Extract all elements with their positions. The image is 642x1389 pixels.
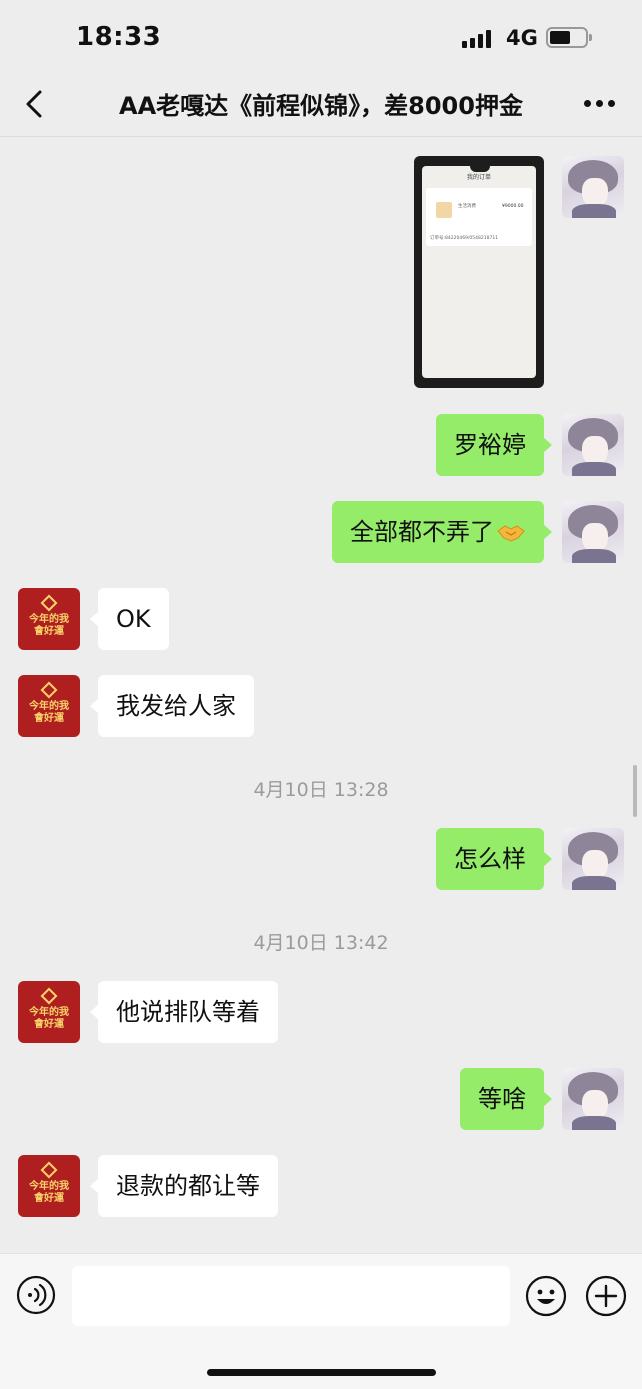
message-bubble[interactable]: 罗裕婷 — [436, 414, 552, 476]
image-line: 生活消费 — [458, 204, 476, 209]
image-screenshot: 我的订单 生活消费 ¥9000.00 订单号:84220469/05482187… — [422, 166, 536, 378]
my-avatar[interactable] — [562, 414, 624, 476]
battery-icon — [546, 27, 592, 48]
my-avatar[interactable] — [562, 156, 624, 218]
avatar-text: 今年的我 — [29, 1007, 69, 1018]
my-avatar[interactable] — [562, 1068, 624, 1130]
contact-avatar[interactable]: 今年的我 會好運 — [18, 981, 80, 1043]
image-line: ¥9000.00 — [502, 204, 524, 209]
avatar-text: 會好運 — [34, 1019, 64, 1030]
handshake-emoji-icon — [497, 525, 525, 542]
my-avatar[interactable] — [562, 501, 624, 563]
message-text: OK — [116, 605, 151, 633]
avatar-text: 今年的我 — [29, 701, 69, 712]
avatar-text: 會好運 — [34, 626, 64, 637]
chat-screen: 18:33 4G AA老嘎达《前程似锦》，差8000押金 我的订单 生活消费 ¥… — [0, 0, 642, 1389]
avatar-text: 會好運 — [34, 1193, 64, 1204]
message-bubble[interactable]: 怎么样 — [436, 828, 552, 890]
plus-icon[interactable] — [585, 1275, 627, 1317]
avatar-text: 今年的我 — [29, 614, 69, 625]
avatar-text: 會好運 — [34, 713, 64, 724]
network-label: 4G — [506, 26, 538, 50]
message-bubble[interactable]: OK — [90, 588, 169, 650]
message-input[interactable] — [72, 1266, 510, 1326]
voice-icon[interactable] — [16, 1275, 56, 1315]
signal-icon — [462, 30, 494, 48]
home-indicator[interactable] — [207, 1369, 436, 1376]
image-header-text: 我的订单 — [466, 174, 491, 181]
timestamp: 4月10日 13:28 — [253, 779, 389, 801]
message-text: 他说排队等着 — [116, 998, 260, 1026]
message-text: 等啥 — [478, 1085, 526, 1113]
nav-bar: AA老嘎达《前程似锦》，差8000押金 — [0, 72, 642, 137]
message-text: 全部都不弄了 — [350, 518, 494, 546]
avatar-text: 今年的我 — [29, 1181, 69, 1192]
emoji-icon[interactable] — [525, 1275, 567, 1317]
more-icon[interactable] — [584, 100, 616, 110]
message-text: 退款的都让等 — [116, 1172, 260, 1200]
message-text: 罗裕婷 — [454, 431, 526, 459]
status-time: 18:33 — [76, 22, 162, 52]
image-line: 订单号:84220469/0548218711 — [430, 236, 499, 241]
contact-avatar[interactable]: 今年的我 會好運 — [18, 588, 80, 650]
timestamp: 4月10日 13:42 — [253, 932, 389, 954]
contact-avatar[interactable]: 今年的我 會好運 — [18, 1155, 80, 1217]
message-bubble[interactable]: 他说排队等着 — [90, 981, 278, 1043]
message-bubble[interactable]: 全部都不弄了 — [332, 501, 552, 563]
contact-avatar[interactable]: 今年的我 會好運 — [18, 675, 80, 737]
image-message[interactable]: 我的订单 生活消费 ¥9000.00 订单号:84220469/05482187… — [414, 156, 544, 388]
scroll-indicator[interactable] — [633, 765, 637, 817]
message-bubble[interactable]: 我发给人家 — [90, 675, 254, 737]
message-bubble[interactable]: 退款的都让等 — [90, 1155, 278, 1217]
my-avatar[interactable] — [562, 828, 624, 890]
image-order-card: 生活消费 ¥9000.00 订单号:84220469/0548218711 — [426, 188, 532, 246]
message-bubble[interactable]: 等啥 — [460, 1068, 552, 1130]
back-icon[interactable] — [20, 82, 48, 126]
chat-title: AA老嘎达《前程似锦》，差8000押金 — [119, 92, 523, 120]
message-text: 我发给人家 — [116, 692, 236, 720]
message-text: 怎么样 — [454, 845, 526, 873]
